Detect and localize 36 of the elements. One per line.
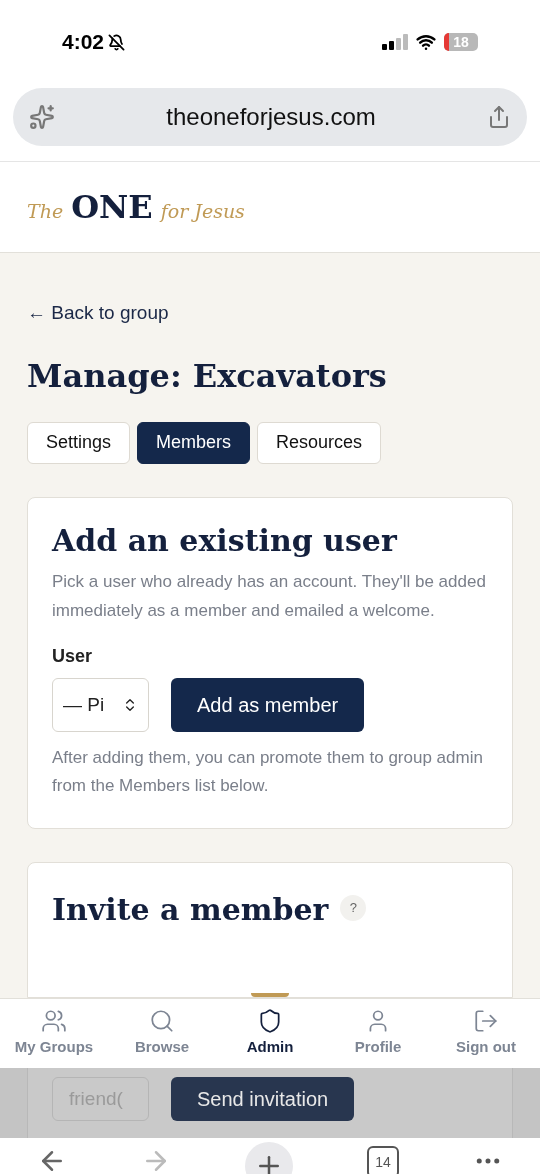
logo-prefix: The bbox=[27, 199, 64, 224]
signal-icon bbox=[382, 34, 408, 50]
logo-wordmark: ONE bbox=[71, 187, 153, 228]
field-label: User bbox=[52, 645, 94, 668]
address-bar[interactable]: theoneforjesus.com bbox=[13, 88, 527, 146]
tab[interactable]: Settings bbox=[27, 421, 131, 464]
nav-tab[interactable]: Admin bbox=[220, 1008, 320, 1059]
nav-tab[interactable]: Sign out bbox=[436, 1008, 536, 1059]
logo-suffix: for Jesus bbox=[160, 199, 245, 224]
nav-tab[interactable]: My Groups bbox=[4, 1008, 104, 1059]
card-title: Add an existing user bbox=[52, 521, 398, 559]
active-indicator bbox=[251, 993, 289, 998]
wifi-icon bbox=[416, 32, 436, 52]
card-description: Pick a user who already has an account. They'll be added immediately as a member and emailed a welcome. bbox=[52, 571, 487, 622]
tab[interactable]: Resources bbox=[257, 421, 382, 464]
share-icon bbox=[487, 105, 511, 129]
bell-off-icon bbox=[108, 33, 126, 51]
nav-tab[interactable]: Browse bbox=[112, 1008, 212, 1059]
page-title: Manage: Excavators bbox=[27, 355, 388, 397]
help-text: After adding them, you can promote them to group admin from the Members list below. bbox=[52, 747, 484, 797]
card-title: Invite a member bbox=[52, 891, 329, 929]
nav-tab[interactable]: Profile bbox=[328, 1008, 428, 1059]
add-member-button[interactable]: Add as member bbox=[171, 678, 365, 732]
tab[interactable]: Members bbox=[137, 421, 251, 464]
clock-time: 4:02 bbox=[62, 29, 105, 56]
send-invitation-button[interactable]: Send invitation bbox=[171, 1077, 355, 1121]
battery-indicator: 18 bbox=[444, 33, 478, 51]
users-icon bbox=[41, 1008, 67, 1035]
logout-icon bbox=[473, 1008, 499, 1035]
tab-count-button[interactable]: 14 bbox=[367, 1146, 399, 1174]
shield-icon bbox=[257, 1008, 283, 1035]
back-link[interactable]: ← Back to group bbox=[27, 299, 513, 328]
sparkle-icon bbox=[29, 104, 55, 130]
search-icon bbox=[149, 1008, 175, 1035]
help-badge[interactable]: ? bbox=[340, 895, 367, 921]
user-select[interactable]: — Pi bbox=[52, 678, 149, 732]
